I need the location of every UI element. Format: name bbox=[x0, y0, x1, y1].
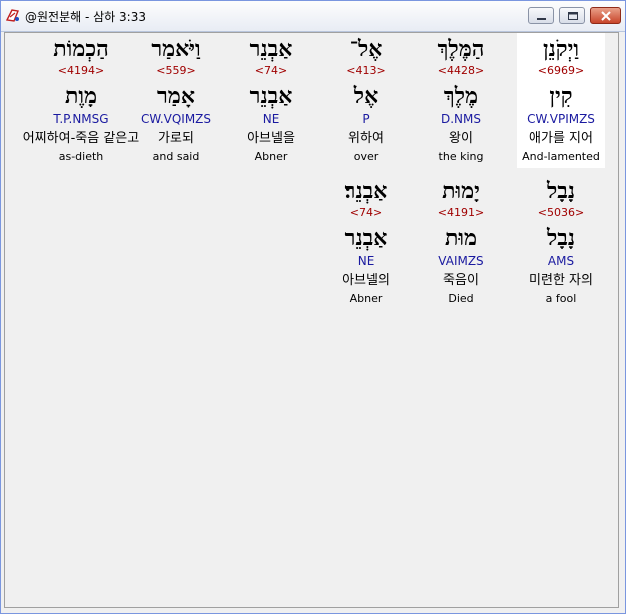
hebrew-word: אַבְנֵר bbox=[249, 36, 293, 62]
app-window: @원전분해 - 삼하 3:33 וַיְקֹנֵן <6969> קִין CW… bbox=[0, 0, 626, 614]
lexical-form: מָוֶת bbox=[64, 83, 98, 109]
morphology-code: VAIMZS bbox=[438, 254, 484, 268]
word-cell[interactable]: וַיְקֹנֵן <6969> קִין CW.VPIMZS 애가를 지어 A… bbox=[517, 33, 605, 168]
word-cell[interactable]: וַיֹּאמַר <559> אָמַר CW.VQIMZS 가로되 and … bbox=[132, 33, 220, 168]
hebrew-word: נָבָל bbox=[546, 178, 576, 204]
lexical-form: מוּת bbox=[444, 225, 478, 251]
hebrew-word: אֶל־ bbox=[349, 36, 383, 62]
close-button[interactable] bbox=[590, 7, 621, 24]
word-cell[interactable]: נָבָל <5036> נָבָל AMS 미련한 자의 a fool bbox=[517, 175, 605, 310]
minimize-icon bbox=[537, 18, 546, 20]
word-cell[interactable]: הַמֶּלֶךְ <4428> מֶלֶךְ D.NMS 왕이 the kin… bbox=[417, 33, 505, 168]
strong-number[interactable]: <74> bbox=[227, 64, 315, 78]
word-cell[interactable]: יָמוּת <4191> מוּת VAIMZS 죽음이 Died bbox=[417, 175, 505, 310]
morphology-code: AMS bbox=[547, 254, 575, 268]
strong-number[interactable]: <559> bbox=[132, 64, 220, 78]
maximize-icon bbox=[568, 12, 578, 20]
strong-number[interactable]: <74> bbox=[322, 206, 410, 220]
hebrew-word: הַכְמוֹת bbox=[53, 36, 109, 62]
korean-gloss: 어찌하여-죽음 같은고 bbox=[22, 131, 140, 146]
lexical-form: מֶלֶךְ bbox=[443, 83, 479, 109]
morphology-code: CW.VPIMZS bbox=[527, 112, 595, 126]
word-cell[interactable]: אַבְנֵר <74> אַבְנֵר NE 아브넬을 Abner bbox=[227, 33, 315, 168]
lexical-form: אַבְנֵר bbox=[249, 83, 293, 109]
lexical-form: נָבָל bbox=[546, 225, 576, 251]
word-cell[interactable]: אַבְנֵר׃ <74> אַבְנֵר NE 아브넬의 Abner bbox=[322, 175, 410, 310]
morphology-code: NE bbox=[262, 112, 280, 126]
morphology-code: D.NMS bbox=[440, 112, 481, 126]
hebrew-word: וַיֹּאמַר bbox=[151, 36, 201, 62]
window-title: @원전분해 - 삼하 3:33 bbox=[25, 10, 146, 24]
title-bar[interactable]: @원전분해 - 삼하 3:33 bbox=[1, 1, 625, 32]
word-cell[interactable]: אֶל־ <413> אֶל P 위하여 over bbox=[322, 33, 410, 168]
strong-number[interactable]: <4191> bbox=[417, 206, 505, 220]
lexical-form: אָמַר bbox=[157, 83, 195, 109]
strong-number[interactable]: <6969> bbox=[517, 64, 605, 78]
close-icon bbox=[601, 11, 611, 21]
word-cell[interactable]: הַכְמוֹת <4194> מָוֶת T.P.NMSG 어찌하여-죽음 같… bbox=[23, 33, 139, 168]
lexical-form: קִין bbox=[549, 83, 573, 109]
maximize-button[interactable] bbox=[559, 7, 585, 24]
hebrew-word: וַיְקֹנֵן bbox=[543, 36, 579, 62]
minimize-button[interactable] bbox=[528, 7, 554, 24]
verse-analysis-panel[interactable]: וַיְקֹנֵן <6969> קִין CW.VPIMZS 애가를 지어 A… bbox=[4, 32, 619, 608]
strong-number[interactable]: <4194> bbox=[37, 64, 125, 78]
morphology-code: CW.VQIMZS bbox=[140, 112, 212, 126]
english-gloss: Abner bbox=[349, 292, 383, 305]
strong-number[interactable]: <5036> bbox=[517, 206, 605, 220]
morphology-code: P bbox=[362, 112, 370, 126]
morphology-code: T.P.NMSG bbox=[53, 112, 109, 126]
korean-gloss: 아브넬의 bbox=[342, 273, 390, 288]
strong-number[interactable]: <4428> bbox=[417, 64, 505, 78]
hebrew-word: יָמוּת bbox=[442, 178, 480, 204]
english-gloss: as-dieth bbox=[58, 150, 104, 163]
lexical-form: אֶל bbox=[353, 83, 379, 109]
hebrew-word: אַבְנֵר׃ bbox=[344, 178, 388, 204]
strong-number[interactable]: <413> bbox=[322, 64, 410, 78]
lexical-form: אַבְנֵר bbox=[344, 225, 388, 251]
app-icon[interactable] bbox=[5, 7, 21, 23]
hebrew-word: הַמֶּלֶךְ bbox=[437, 36, 485, 62]
morphology-code: NE bbox=[357, 254, 375, 268]
